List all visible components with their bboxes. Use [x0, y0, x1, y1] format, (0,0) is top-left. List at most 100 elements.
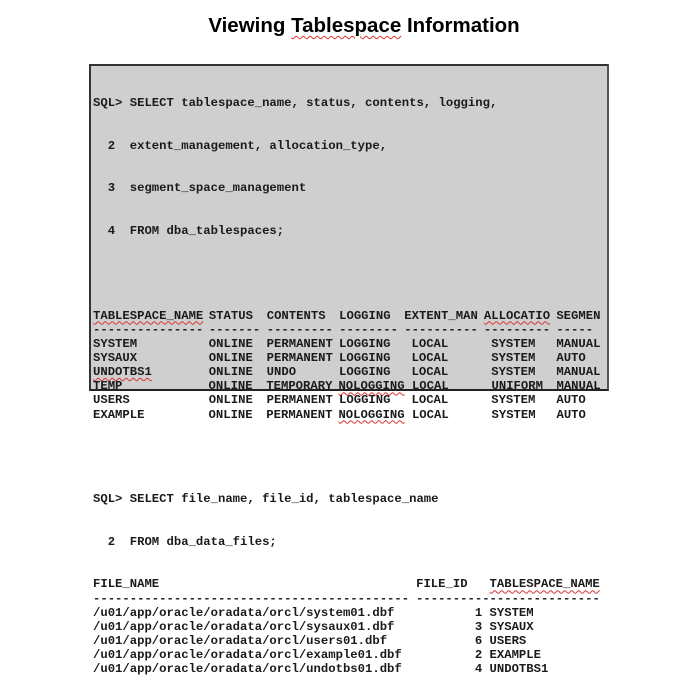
table-cell: 2: [474, 648, 483, 663]
table-cell: NOLOGGING: [338, 407, 405, 422]
table-cell: ONLINE: [208, 365, 253, 380]
table-cell: /u01/app/oracle/oradata/orcl/system01.db…: [93, 605, 395, 620]
table-row: USERS ONLINE PERMANENT LOGGING LOCAL SYSTEM AU…: [93, 393, 607, 407]
table-cell: AUTO: [556, 407, 586, 422]
table-cell: -------: [208, 322, 261, 337]
table-header-row: TABLESPACE_NAME STATUS CONTENTS LOGGING EXTE…: [93, 309, 607, 323]
table-cell: FILE_NAME: [93, 577, 160, 592]
table-cell: MANUAL: [556, 379, 601, 394]
table-cell: LOGGING: [339, 365, 391, 380]
table-row: /u01/app/oracle/oradata/orcl/system01.db…: [93, 606, 607, 620]
table-cell: ONLINE: [208, 336, 253, 351]
table-cell: SYSAUX: [489, 619, 534, 634]
table-cell: LOCAL: [411, 351, 449, 365]
table-cell: 3: [474, 619, 483, 634]
table-cell: SYSTEM: [489, 605, 534, 620]
table-cell: 1: [474, 605, 483, 620]
table-cell: SYSTEM: [491, 407, 536, 422]
table-cell: ---------: [483, 322, 551, 337]
table-cell: /u01/app/oracle/oradata/orcl/sysaux01.db…: [93, 619, 395, 634]
datafiles-result-table: FILE_NAME FILE_ID TABLESPACE_NAME ---------…: [93, 577, 607, 676]
table-row: UNDOTBS1 ONLINE UNDO LOGGING LOCAL SYSTEM MANU…: [93, 365, 607, 379]
table-cell: /u01/app/oracle/oradata/orcl/undotbs01.d…: [93, 662, 402, 677]
table-cell: PERMANENT: [266, 351, 333, 365]
table-cell: MANUAL: [556, 336, 601, 351]
table-row: TEMP ONLINE TEMPORARY NOLOGGING LOCAL UNIFORM…: [93, 379, 607, 393]
table-cell: LOCAL: [411, 336, 449, 351]
table-cell: SEGMEN: [556, 308, 601, 323]
table-cell: UNDO: [266, 365, 297, 380]
table-cell: STATUS: [208, 308, 253, 323]
title-text: Viewing: [208, 14, 292, 37]
table-cell: FILE_ID: [416, 577, 468, 592]
title-text: Information: [401, 14, 520, 37]
table-cell: ---------: [266, 322, 333, 337]
table-cell: EXTENT_MAN: [404, 308, 478, 323]
table-cell: USERS: [489, 633, 527, 648]
table-cell: SYSTEM: [491, 365, 536, 380]
table-cell: LOGGING: [339, 308, 391, 323]
table-cell: PERMANENT: [266, 336, 333, 351]
table-cell: LOGGING: [339, 351, 391, 365]
table-cell: ---------------: [93, 322, 204, 337]
table-cell: 6: [474, 633, 483, 648]
table-cell: USERS: [93, 393, 130, 408]
table-cell: UNDOTBS1: [489, 662, 549, 677]
table-cell: ONLINE: [208, 393, 253, 408]
table-cell: TEMP: [93, 379, 123, 394]
sql-output-panel: SQL> SELECT tablespace_name, status, con…: [89, 64, 609, 676]
table-cell: ----------------------------------------…: [93, 591, 410, 606]
table-cell: -----: [556, 322, 594, 337]
table-cell: AUTO: [556, 393, 586, 408]
table-cell: PERMANENT: [266, 407, 333, 422]
query2-line: SQL> SELECT file_name, file_id, tablespa…: [93, 492, 439, 507]
table-cell: LOGGING: [339, 336, 391, 351]
table-row: /u01/app/oracle/oradata/orcl/undotbs01.d…: [93, 662, 607, 676]
title-text: Tablespace: [291, 14, 402, 37]
table-cell: ONLINE: [208, 351, 253, 365]
query1-line: 3 segment_space_management: [93, 181, 307, 196]
query1-line: 2 extent_management, allocation_type,: [93, 138, 388, 153]
table-row: /u01/app/oracle/oradata/orcl/sysaux01.db…: [93, 620, 607, 634]
table-header-row: FILE_NAME FILE_ID TABLESPACE_NAME: [93, 577, 607, 591]
table-cell: --------: [339, 322, 398, 337]
table-cell: SYSTEM: [491, 393, 536, 408]
table-cell: ALLOCATIO: [483, 308, 551, 323]
table-row: /u01/app/oracle/oradata/orcl/users01.dbf…: [93, 634, 607, 648]
table-row: SYSTEM ONLINE PERMANENT LOGGING LOCAL SYSTEM M…: [93, 337, 607, 351]
table-divider: ----------------------------------------…: [93, 592, 607, 606]
table-cell: ONLINE: [208, 407, 253, 422]
table-row: EXAMPLE ONLINE PERMANENT NOLOGGING LOCAL SYST…: [93, 408, 607, 422]
table-cell: AUTO: [556, 351, 586, 365]
table-cell: UNDOTBS1: [93, 365, 152, 380]
table-row: SYSAUX ONLINE PERMANENT LOGGING LOCAL SYSTEM A…: [93, 351, 607, 365]
table-cell: 4: [474, 662, 483, 677]
table-cell: LOGGING: [339, 393, 391, 408]
table-cell: CONTENTS: [266, 308, 326, 323]
table-cell: TABLESPACE_NAME: [489, 577, 600, 592]
table-row: /u01/app/oracle/oradata/orcl/example01.d…: [93, 648, 607, 662]
table-cell: ---------------: [489, 591, 600, 606]
table-cell: MANUAL: [556, 365, 601, 380]
table-cell: LOCAL: [411, 407, 449, 422]
table-cell: /u01/app/oracle/oradata/orcl/example01.d…: [93, 648, 402, 663]
query2-line: 2 FROM dba_data_files;: [93, 534, 277, 549]
table-cell: /u01/app/oracle/oradata/orcl/users01.dbf: [93, 633, 388, 648]
table-cell: LOCAL: [411, 365, 449, 380]
table-cell: SYSTEM: [93, 336, 138, 351]
table-cell: ----------: [416, 591, 490, 606]
tablespaces-result-table: TABLESPACE_NAME STATUS CONTENTS LOGGING EXTE…: [93, 309, 607, 422]
table-cell: UNIFORM: [491, 379, 543, 394]
table-cell: SYSTEM: [491, 351, 536, 365]
table-cell: NOLOGGING: [338, 379, 405, 394]
table-cell: TABLESPACE_NAME: [93, 308, 204, 323]
slide-title: Viewing Tablespace Information: [0, 14, 700, 38]
query1-line: SQL> SELECT tablespace_name, status, con…: [93, 96, 498, 111]
table-divider: ----------------------------------------…: [93, 323, 607, 337]
table-cell: PERMANENT: [266, 393, 333, 408]
table-cell: TEMPORARY: [266, 379, 333, 394]
table-cell: SYSTEM: [491, 336, 536, 351]
table-cell: EXAMPLE: [93, 407, 145, 422]
table-cell: EXAMPLE: [489, 648, 541, 663]
table-cell: LOCAL: [411, 393, 449, 408]
